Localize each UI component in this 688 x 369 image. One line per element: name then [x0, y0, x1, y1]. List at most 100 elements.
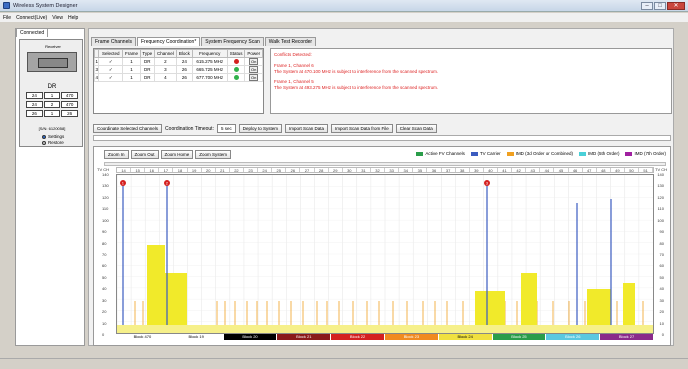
column-header[interactable]: Selected: [98, 49, 124, 58]
row-ch: 2: [43, 101, 61, 108]
minimize-button[interactable]: –: [641, 2, 653, 10]
y-tick: 0: [102, 332, 105, 337]
restore-option[interactable]: Restore: [42, 140, 64, 145]
tab-system-frequency-scan[interactable]: System Frequency Scan: [201, 37, 264, 46]
column-header[interactable]: Frequency: [191, 49, 228, 58]
device-box: Receiver DR 24 1 470 24 2 470 26 1 26 [S…: [19, 39, 83, 147]
device-row[interactable]: 24 1 470: [26, 92, 79, 99]
zoom-home-button[interactable]: Zoom Home: [160, 150, 194, 159]
timeout-label: Coordination Timeout:: [165, 125, 214, 132]
deploy-button[interactable]: Deploy to System: [238, 124, 282, 133]
table-row[interactable]: 4 ✓ 1 DR 4 26 677.700 MHz On: [93, 73, 263, 82]
tv-channel: 46: [569, 168, 583, 173]
tv-channel: 20: [202, 168, 216, 173]
row-block: 24: [26, 101, 43, 108]
tv-channel: 26: [286, 168, 301, 173]
y-tick: 10: [102, 320, 107, 326]
column-header[interactable]: Status: [226, 49, 246, 58]
window-title: Wireless System Designer: [13, 2, 78, 9]
scan-peak: [147, 245, 165, 333]
app-icon: [3, 2, 10, 9]
table-cell: 615.275 MHz: [191, 57, 228, 66]
tv-channel: 48: [597, 168, 611, 173]
menu-connect[interactable]: Connect(Live): [16, 15, 47, 21]
legend-label: TV Carrier: [479, 151, 501, 156]
import-file-button[interactable]: Import Scan Data from File: [331, 124, 393, 133]
y-tick: 110: [657, 206, 664, 212]
table-cell: 24: [176, 57, 193, 66]
table-cell: 677.700 MHz: [191, 73, 228, 82]
tv-channel: 43: [526, 168, 541, 173]
tv-channel: 19: [188, 168, 202, 173]
y-tick: 140: [657, 172, 664, 177]
column-header[interactable]: Frame: [122, 49, 141, 58]
conflict-marker[interactable]: 3: [484, 180, 490, 186]
y-tick: 30: [659, 297, 664, 303]
status-icon: [233, 66, 239, 72]
chart-scrollbar[interactable]: [104, 162, 666, 166]
device-row[interactable]: 26 1 26: [26, 110, 79, 117]
block-segment: Block 21: [277, 334, 332, 340]
legend-label: IMD (3d Order or Combined): [515, 151, 573, 156]
table-cell: 26: [176, 65, 193, 74]
power-button[interactable]: On: [249, 74, 259, 81]
block-segment: Block 19: [169, 334, 224, 340]
y-tick: 20: [659, 309, 664, 315]
conflict-marker[interactable]: 1: [120, 180, 126, 186]
tab-frame-channels[interactable]: Frame Channels: [91, 37, 136, 46]
zoom-in-button[interactable]: Zoom In: [104, 150, 129, 159]
maximize-button[interactable]: □: [654, 2, 666, 10]
y-tick: 50: [102, 274, 107, 280]
legend-swatch: [416, 151, 424, 156]
tv-channel: 17: [159, 168, 174, 173]
column-header[interactable]: Power: [244, 49, 263, 58]
tv-channel: 14: [117, 168, 132, 173]
spectrum-plot[interactable]: 1 2 3: [116, 174, 654, 334]
y-tick: 30: [102, 297, 107, 303]
column-header[interactable]: Type: [139, 49, 155, 58]
settings-option[interactable]: Settings: [42, 134, 64, 139]
column-header[interactable]: Block: [176, 49, 193, 58]
menu-file[interactable]: File: [3, 15, 11, 21]
tv-channel: 45: [554, 168, 569, 173]
coordinate-button[interactable]: Coordinate Selected Channels: [93, 124, 163, 133]
tv-channel: 51: [639, 168, 654, 173]
menu-help[interactable]: Help: [68, 15, 78, 21]
import-scan-button[interactable]: Import Scan Data: [285, 124, 329, 133]
table-cell: ✓: [98, 57, 124, 66]
tv-channel: 42: [512, 168, 527, 173]
power-button[interactable]: On: [249, 66, 259, 73]
legend-swatch: [625, 151, 633, 156]
receiver-graphic[interactable]: Receiver: [27, 44, 77, 72]
timeout-select[interactable]: 5 sec: [216, 124, 236, 133]
conflict-marker[interactable]: 2: [164, 180, 170, 186]
tv-channel: 27: [300, 168, 315, 173]
close-button[interactable]: ✕: [667, 2, 685, 10]
row-freq: 470: [61, 92, 79, 99]
y-tick: 40: [659, 286, 664, 292]
action-bar: Coordinate Selected Channels Coordinatio…: [93, 124, 437, 133]
y-tick: 70: [102, 252, 107, 257]
menu-view[interactable]: View: [52, 15, 63, 21]
settings-label: Settings: [48, 134, 65, 139]
power-cell: On: [244, 57, 263, 66]
table-row[interactable]: 1 ✓ 1 DR 2 24 615.275 MHz On: [93, 57, 263, 66]
clear-scan-button[interactable]: Clear Scan Data: [395, 124, 437, 133]
table-cell: DR: [139, 65, 155, 74]
table-cell: 2: [153, 57, 178, 66]
y-tick: 50: [659, 274, 664, 280]
tab-walk-test-recorder[interactable]: Walk Test Recorder: [264, 37, 317, 46]
tv-channel: 49: [611, 168, 625, 173]
menu-bar: File Connect(Live) View Help: [0, 13, 688, 22]
tab-connected[interactable]: Connected: [16, 28, 49, 37]
tab-frequency-coordination[interactable]: Frequency Coordination*: [136, 37, 201, 46]
zoom-system-button[interactable]: Zoom System: [195, 150, 232, 159]
zoom-out-button[interactable]: Zoom Out: [130, 150, 159, 159]
column-header[interactable]: Channel: [153, 49, 178, 58]
device-row[interactable]: 24 2 470: [26, 101, 79, 108]
table-row[interactable]: 3 ✓ 1 DR 3 26 665.725 MHz On: [93, 65, 263, 74]
title-bar: Wireless System Designer – □ ✕: [0, 0, 688, 12]
legend-item: IMD (7th Order): [625, 151, 666, 156]
tv-channel: 44: [540, 168, 555, 173]
power-button[interactable]: On: [249, 58, 259, 65]
